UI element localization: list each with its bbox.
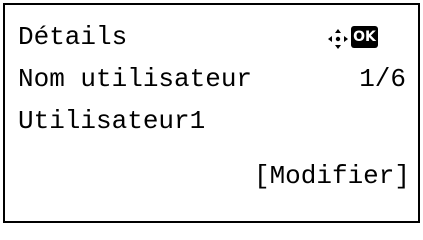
page-indicator: 1/6 [359,64,406,94]
four-way-navigation-icon [328,29,348,49]
screen-title: Détails [18,22,128,52]
lcd-panel: Détails OK Nom utilisateur 1/6 Utilisate… [3,3,420,223]
modify-softkey-button[interactable]: [Modifier] [254,161,410,191]
field-value: Utilisateur1 [18,106,206,136]
field-label: Nom utilisateur [18,64,253,94]
ok-key-icon: OK [351,26,378,48]
